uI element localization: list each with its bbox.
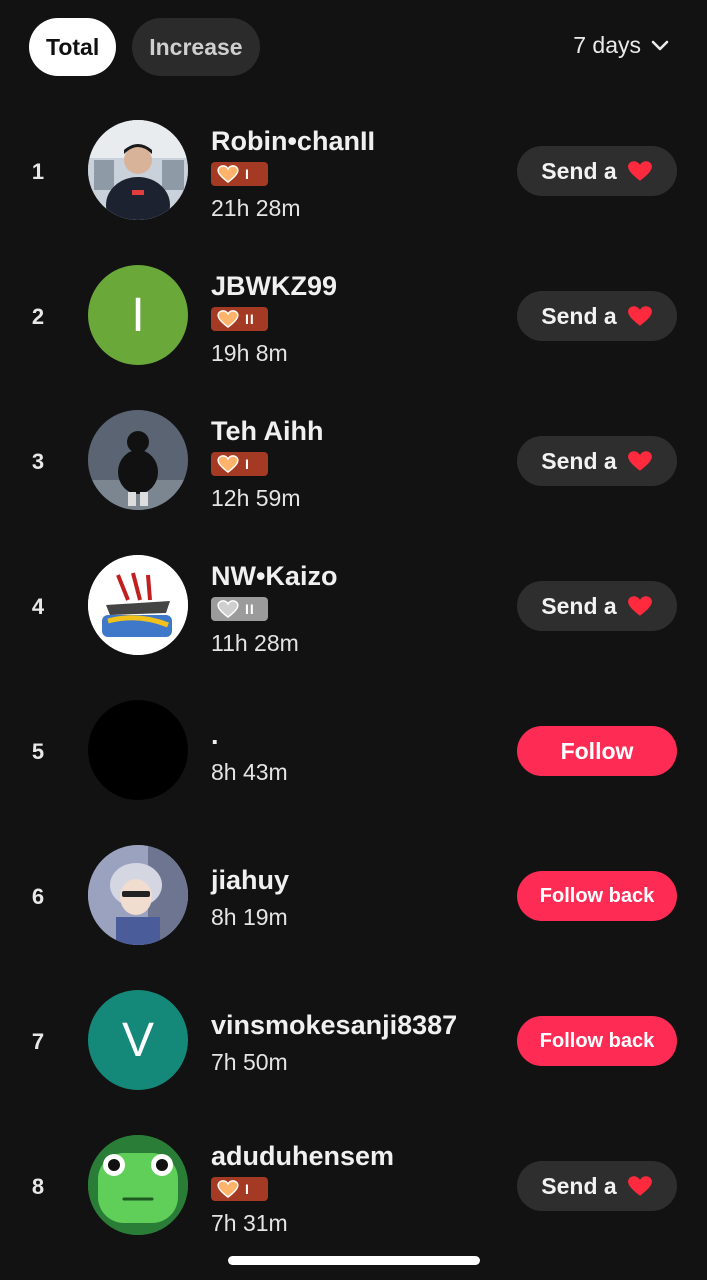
streak-badge: II <box>211 307 268 331</box>
list-item[interactable]: 7 V vinsmokesanji8387 7h 50m Follow back <box>0 968 707 1113</box>
watch-time: 21h 28m <box>211 195 301 221</box>
username[interactable]: Teh Aihh <box>211 416 323 447</box>
heart-icon <box>217 455 239 473</box>
follow-back-button[interactable]: Follow back <box>517 871 677 921</box>
username[interactable]: Robin•chanII <box>211 126 375 157</box>
username[interactable]: jiahuy <box>211 865 289 896</box>
list-item[interactable]: 6 jiahuy 8h 19m Follow back <box>0 823 707 968</box>
avatar[interactable]: V <box>88 990 188 1090</box>
avatar-letter: V <box>121 1013 154 1067</box>
watch-time: 7h 31m <box>211 1210 288 1236</box>
avatar[interactable] <box>88 700 188 800</box>
watch-time: 19h 8m <box>211 340 288 366</box>
username[interactable]: JBWKZ99 <box>211 271 337 302</box>
streak-badge: I <box>211 452 268 476</box>
streak-badge: II <box>211 597 268 621</box>
badge-level: I <box>245 166 250 182</box>
badge-level: II <box>245 601 255 617</box>
send-label: Send a <box>541 302 617 329</box>
chevron-down-icon <box>651 40 669 50</box>
avatar[interactable] <box>88 555 188 655</box>
rank-number: 7 <box>31 1029 45 1054</box>
heart-icon <box>217 1180 239 1198</box>
username[interactable]: . <box>211 720 219 751</box>
list-item[interactable]: 1 Robin•chanII I 21h 28m Send a <box>0 98 707 243</box>
tab-total[interactable]: Total <box>29 18 117 76</box>
follow-back-button[interactable]: Follow back <box>517 1016 677 1066</box>
username[interactable]: NW•Kaizo <box>211 561 337 592</box>
heart-icon <box>627 306 652 326</box>
avatar[interactable] <box>88 410 188 510</box>
avatar[interactable]: I <box>88 265 188 365</box>
heart-icon <box>627 451 652 471</box>
send-label: Send a <box>541 1172 617 1199</box>
streak-badge: I <box>211 162 268 186</box>
streak-badge: I <box>211 1177 268 1201</box>
list-item[interactable]: 3 Teh Aihh I 12h 59m Send a <box>0 388 707 533</box>
rank-number: 6 <box>31 884 45 909</box>
watch-time: 8h 43m <box>211 759 288 785</box>
heart-icon <box>217 165 239 183</box>
filter-tabs: Total Increase <box>29 18 260 76</box>
watch-time: 12h 59m <box>211 485 301 511</box>
heart-icon <box>217 600 239 618</box>
time-range-label: 7 days <box>573 32 641 58</box>
send-heart-button[interactable]: Send a <box>517 581 677 631</box>
rank-number: 4 <box>31 594 45 619</box>
heart-icon <box>217 310 239 328</box>
rank-number: 8 <box>31 1174 45 1199</box>
badge-level: I <box>245 456 250 472</box>
follow-button[interactable]: Follow <box>517 726 677 776</box>
watch-time: 11h 28m <box>211 630 299 656</box>
rank-number: 2 <box>31 304 45 329</box>
heart-icon <box>627 1176 652 1196</box>
avatar[interactable] <box>88 1135 188 1235</box>
rank-number: 3 <box>31 449 45 474</box>
avatar-letter: I <box>131 288 145 342</box>
send-heart-button[interactable]: Send a <box>517 291 677 341</box>
send-label: Send a <box>541 592 617 619</box>
send-label: Send a <box>541 447 617 474</box>
watch-time: 7h 50m <box>211 1049 288 1075</box>
tab-increase[interactable]: Increase <box>132 18 260 76</box>
heart-icon <box>627 596 652 616</box>
send-heart-button[interactable]: Send a <box>517 436 677 486</box>
rank-number: 1 <box>31 159 45 184</box>
list-item[interactable]: 5 . 8h 43m Follow <box>0 678 707 823</box>
send-heart-button[interactable]: Send a <box>517 146 677 196</box>
list-item[interactable]: 2 I JBWKZ99 II 19h 8m Send a <box>0 243 707 388</box>
username[interactable]: vinsmokesanji8387 <box>211 1010 457 1041</box>
time-range-dropdown[interactable]: 7 days <box>573 32 669 59</box>
list-item[interactable]: 8 aduduhensem I 7h 31m Send a <box>0 1113 707 1258</box>
send-heart-button[interactable]: Send a <box>517 1161 677 1211</box>
send-label: Send a <box>541 157 617 184</box>
rank-number: 5 <box>31 739 45 764</box>
heart-icon <box>627 161 652 181</box>
avatar[interactable] <box>88 120 188 220</box>
home-indicator[interactable] <box>228 1256 480 1265</box>
badge-level: I <box>245 1181 250 1197</box>
list-item[interactable]: 4 NW•Kaizo II 11h 28m Send a <box>0 533 707 678</box>
username[interactable]: aduduhensem <box>211 1141 394 1172</box>
avatar[interactable] <box>88 845 188 945</box>
badge-level: II <box>245 311 255 327</box>
watch-time: 8h 19m <box>211 904 288 930</box>
